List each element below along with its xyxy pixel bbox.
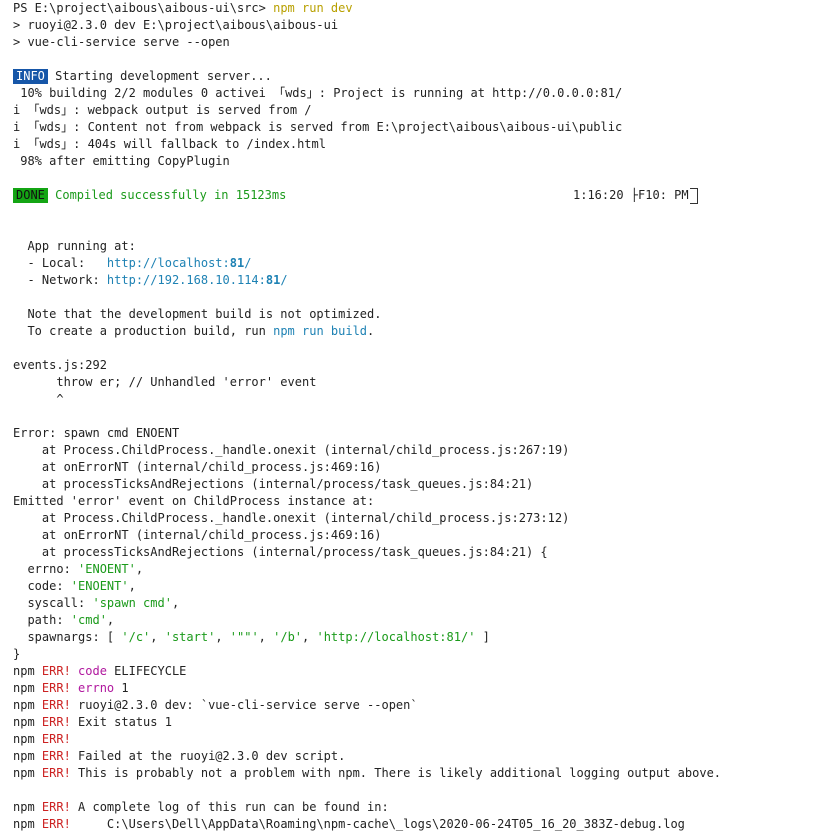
wds-line: i 「wds」: 404s will fallback to /index.ht…: [13, 137, 326, 151]
prompt-line: PS E:\project\aibous\aibous-ui\src> npm …: [13, 0, 833, 17]
code-line: code: 'ENOENT',: [13, 579, 136, 593]
emitted-line: Emitted 'error' event on ChildProcess in…: [13, 494, 375, 508]
syscall-line: syscall: 'spawn cmd',: [13, 596, 180, 610]
npm-err-line: npm ERR! C:\Users\Dell\AppData\Roaming\n…: [13, 817, 685, 831]
network-url[interactable]: http://192.168.10.114:81/: [107, 273, 288, 287]
command: npm run dev: [273, 1, 353, 15]
done-line: DONE Compiled successfully in 15123ms 1:1…: [13, 187, 833, 204]
error-line: Error: spawn cmd ENOENT: [13, 426, 180, 440]
app-running-line: App running at:: [13, 239, 136, 253]
local-line: - Local: http://localhost:81/: [13, 255, 833, 272]
done-timestamp: 1:16:20 ├F10: PM: [573, 187, 698, 204]
build-command: npm run build: [273, 324, 368, 338]
prompt: PS E:\project\aibous\aibous-ui\src>: [13, 1, 274, 15]
local-label: - Local:: [13, 256, 107, 270]
stack-line: at processTicksAndRejections (internal/p…: [13, 545, 548, 559]
terminal-output[interactable]: PS E:\project\aibous\aibous-ui\src> npm …: [0, 0, 833, 836]
wds-line: i 「wds」: webpack output is served from /: [13, 103, 312, 117]
errno-line: errno: 'ENOENT',: [13, 562, 144, 576]
npm-err-line: npm ERR! Exit status 1: [13, 715, 172, 729]
note-line: To create a production build, run npm ru…: [13, 324, 375, 338]
network-label: - Network:: [13, 273, 107, 287]
done-text: Compiled successfully in 15123ms: [47, 188, 287, 202]
npm-err-line: npm ERR! Failed at the ruoyi@2.3.0 dev s…: [13, 749, 346, 763]
stack-line: at onErrorNT (internal/child_process.js:…: [13, 460, 382, 474]
done-badge: DONE: [13, 188, 48, 203]
throw-line: throw er; // Unhandled 'error' event: [13, 375, 317, 389]
note-line: Note that the development build is not o…: [13, 307, 382, 321]
events-line: events.js:292: [13, 358, 107, 372]
path-line: path: 'cmd',: [13, 613, 115, 627]
stack-line: at Process.ChildProcess._handle.onexit (…: [13, 443, 570, 457]
npm-err-line: npm ERR! errno 1: [13, 681, 129, 695]
npm-err-line: npm ERR! A complete log of this run can …: [13, 800, 389, 814]
info-text: Starting development server...: [47, 69, 272, 83]
npm-err-line: npm ERR!: [13, 732, 71, 746]
stack-line: at Process.ChildProcess._handle.onexit (…: [13, 511, 570, 525]
building-line: 10% building 2/2 modules 0 activei 「wds」…: [13, 86, 623, 100]
info-badge: INFO: [13, 69, 48, 84]
wds-line: i 「wds」: Content not from webpack is ser…: [13, 120, 623, 134]
stack-line: at onErrorNT (internal/child_process.js:…: [13, 528, 382, 542]
emitting-line: 98% after emitting CopyPlugin: [13, 154, 230, 168]
caret-line: ^: [13, 392, 64, 406]
info-line: INFO Starting development server...: [13, 68, 833, 85]
script-line: > vue-cli-service serve --open: [13, 35, 230, 49]
spawnargs-line: spawnargs: [ '/c', 'start', '""', '/b', …: [13, 630, 490, 644]
npm-err-line: npm ERR! code ELIFECYCLE: [13, 664, 187, 678]
local-url[interactable]: http://localhost:81/: [107, 256, 252, 270]
script-line: > ruoyi@2.3.0 dev E:\project\aibous\aibo…: [13, 18, 339, 32]
cursor-icon: [689, 187, 698, 204]
stack-line: at processTicksAndRejections (internal/p…: [13, 477, 534, 491]
close-brace-line: }: [13, 647, 21, 661]
network-line: - Network: http://192.168.10.114:81/: [13, 272, 833, 289]
npm-err-line: npm ERR! ruoyi@2.3.0 dev: `vue-cli-servi…: [13, 698, 418, 712]
npm-err-line: npm ERR! This is probably not a problem …: [13, 766, 722, 780]
